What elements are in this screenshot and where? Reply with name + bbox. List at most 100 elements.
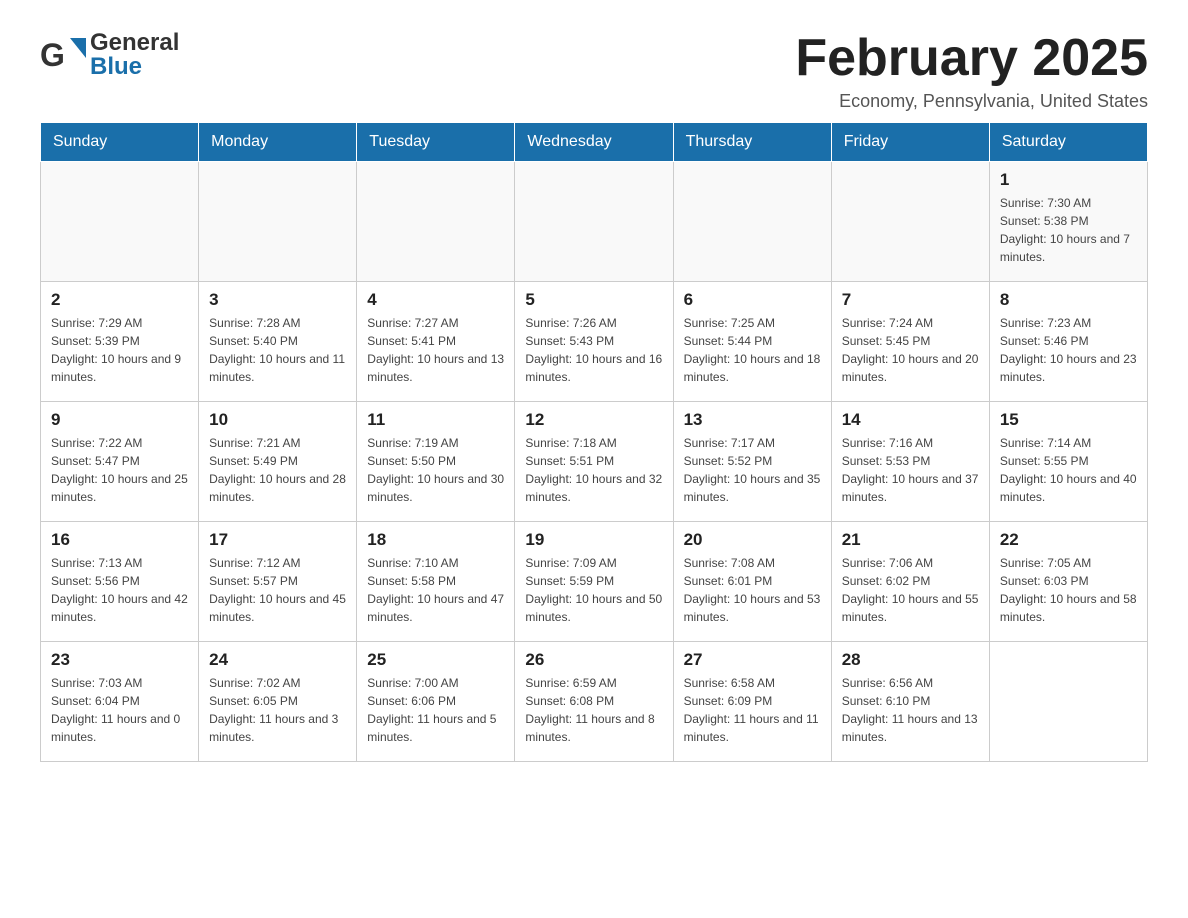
calendar-week-row: 16 Sunrise: 7:13 AMSunset: 5:56 PMDayligh… [41, 522, 1148, 642]
day-number: 21 [842, 530, 979, 550]
day-info: Sunrise: 7:29 AMSunset: 5:39 PMDaylight:… [51, 314, 188, 386]
day-info: Sunrise: 7:25 AMSunset: 5:44 PMDaylight:… [684, 314, 821, 386]
day-number: 15 [1000, 410, 1137, 430]
calendar-cell: 8 Sunrise: 7:23 AMSunset: 5:46 PMDaylight… [989, 282, 1147, 402]
calendar-cell: 18Sunrise: 7:10 AMSunset: 5:58 PMDayligh… [357, 522, 515, 642]
svg-text:G: G [40, 37, 65, 73]
calendar-header-friday: Friday [831, 123, 989, 162]
calendar-week-row: 23 Sunrise: 7:03 AMSunset: 6:04 PMDayligh… [41, 642, 1148, 762]
day-number: 20 [684, 530, 821, 550]
day-info: Sunrise: 7:14 AMSunset: 5:55 PMDaylight:… [1000, 434, 1137, 506]
day-info: Sunrise: 7:17 AMSunset: 5:52 PMDaylight:… [684, 434, 821, 506]
day-number: 12 [525, 410, 662, 430]
calendar-cell: 9 Sunrise: 7:22 AMSunset: 5:47 PMDaylight… [41, 402, 199, 522]
day-number: 8 [1000, 290, 1137, 310]
day-info: Sunrise: 6:59 AMSunset: 6:08 PMDaylight:… [525, 674, 662, 746]
calendar-cell: 16 Sunrise: 7:13 AMSunset: 5:56 PMDayligh… [41, 522, 199, 642]
day-number: 17 [209, 530, 346, 550]
calendar-cell: 19 Sunrise: 7:09 AMSunset: 5:59 PMDayligh… [515, 522, 673, 642]
day-info: Sunrise: 6:56 AMSunset: 6:10 PMDaylight:… [842, 674, 979, 746]
calendar-header-tuesday: Tuesday [357, 123, 515, 162]
day-info: Sunrise: 7:05 AMSunset: 6:03 PMDaylight:… [1000, 554, 1137, 626]
calendar-cell: 27Sunrise: 6:58 AMSunset: 6:09 PMDayligh… [673, 642, 831, 762]
day-number: 22 [1000, 530, 1137, 550]
calendar-cell [831, 162, 989, 282]
calendar-week-row: 9 Sunrise: 7:22 AMSunset: 5:47 PMDaylight… [41, 402, 1148, 522]
day-number: 16 [51, 530, 188, 550]
day-info: Sunrise: 7:28 AMSunset: 5:40 PMDaylight:… [209, 314, 346, 386]
calendar-week-row: 2 Sunrise: 7:29 AMSunset: 5:39 PMDaylight… [41, 282, 1148, 402]
logo-icon: G [40, 30, 90, 80]
day-number: 6 [684, 290, 821, 310]
calendar-cell: 10Sunrise: 7:21 AMSunset: 5:49 PMDayligh… [199, 402, 357, 522]
day-info: Sunrise: 7:23 AMSunset: 5:46 PMDaylight:… [1000, 314, 1137, 386]
calendar-header-saturday: Saturday [989, 123, 1147, 162]
calendar-header-monday: Monday [199, 123, 357, 162]
day-info: Sunrise: 7:13 AMSunset: 5:56 PMDaylight:… [51, 554, 188, 626]
day-number: 14 [842, 410, 979, 430]
day-info: Sunrise: 7:03 AMSunset: 6:04 PMDaylight:… [51, 674, 188, 746]
calendar-cell: 28 Sunrise: 6:56 AMSunset: 6:10 PMDayligh… [831, 642, 989, 762]
calendar-cell [989, 642, 1147, 762]
day-info: Sunrise: 7:26 AMSunset: 5:43 PMDaylight:… [525, 314, 662, 386]
calendar-cell: 21 Sunrise: 7:06 AMSunset: 6:02 PMDayligh… [831, 522, 989, 642]
day-number: 9 [51, 410, 188, 430]
calendar-cell: 3 Sunrise: 7:28 AMSunset: 5:40 PMDaylight… [199, 282, 357, 402]
calendar-cell: 13Sunrise: 7:17 AMSunset: 5:52 PMDayligh… [673, 402, 831, 522]
calendar-cell: 26 Sunrise: 6:59 AMSunset: 6:08 PMDayligh… [515, 642, 673, 762]
calendar-cell: 11Sunrise: 7:19 AMSunset: 5:50 PMDayligh… [357, 402, 515, 522]
calendar-cell: 4 Sunrise: 7:27 AMSunset: 5:41 PMDaylight… [357, 282, 515, 402]
calendar-cell [199, 162, 357, 282]
day-info: Sunrise: 7:27 AMSunset: 5:41 PMDaylight:… [367, 314, 504, 386]
calendar-week-row: 1 Sunrise: 7:30 AMSunset: 5:38 PMDaylight… [41, 162, 1148, 282]
day-number: 23 [51, 650, 188, 670]
calendar-cell: 17Sunrise: 7:12 AMSunset: 5:57 PMDayligh… [199, 522, 357, 642]
calendar-header-sunday: Sunday [41, 123, 199, 162]
day-info: Sunrise: 7:06 AMSunset: 6:02 PMDaylight:… [842, 554, 979, 626]
calendar-header-row: SundayMondayTuesdayWednesdayThursdayFrid… [41, 123, 1148, 162]
day-number: 24 [209, 650, 346, 670]
calendar-cell: 15 Sunrise: 7:14 AMSunset: 5:55 PMDayligh… [989, 402, 1147, 522]
day-number: 3 [209, 290, 346, 310]
day-number: 26 [525, 650, 662, 670]
calendar-cell: 7 Sunrise: 7:24 AMSunset: 5:45 PMDaylight… [831, 282, 989, 402]
day-number: 19 [525, 530, 662, 550]
logo: G General Blue [40, 30, 179, 80]
day-number: 2 [51, 290, 188, 310]
calendar-cell: 24 Sunrise: 7:02 AMSunset: 6:05 PMDayligh… [199, 642, 357, 762]
day-number: 4 [367, 290, 504, 310]
calendar-cell: 23 Sunrise: 7:03 AMSunset: 6:04 PMDayligh… [41, 642, 199, 762]
calendar-cell: 20 Sunrise: 7:08 AMSunset: 6:01 PMDayligh… [673, 522, 831, 642]
calendar-cell: 12 Sunrise: 7:18 AMSunset: 5:51 PMDayligh… [515, 402, 673, 522]
calendar-cell: 25 Sunrise: 7:00 AMSunset: 6:06 PMDayligh… [357, 642, 515, 762]
day-info: Sunrise: 7:22 AMSunset: 5:47 PMDaylight:… [51, 434, 188, 506]
day-info: Sunrise: 7:09 AMSunset: 5:59 PMDaylight:… [525, 554, 662, 626]
calendar-cell [515, 162, 673, 282]
day-number: 18 [367, 530, 504, 550]
day-info: Sunrise: 7:02 AMSunset: 6:05 PMDaylight:… [209, 674, 346, 746]
day-number: 7 [842, 290, 979, 310]
day-number: 1 [1000, 170, 1137, 190]
day-number: 25 [367, 650, 504, 670]
day-info: Sunrise: 7:16 AMSunset: 5:53 PMDaylight:… [842, 434, 979, 506]
logo-text-blue: Blue [90, 53, 142, 80]
day-info: Sunrise: 7:08 AMSunset: 6:01 PMDaylight:… [684, 554, 821, 626]
day-info: Sunrise: 7:30 AMSunset: 5:38 PMDaylight:… [1000, 194, 1137, 266]
calendar-cell: 5 Sunrise: 7:26 AMSunset: 5:43 PMDaylight… [515, 282, 673, 402]
calendar-cell: 2 Sunrise: 7:29 AMSunset: 5:39 PMDaylight… [41, 282, 199, 402]
day-info: Sunrise: 7:18 AMSunset: 5:51 PMDaylight:… [525, 434, 662, 506]
day-info: Sunrise: 7:00 AMSunset: 6:06 PMDaylight:… [367, 674, 504, 746]
day-info: Sunrise: 7:24 AMSunset: 5:45 PMDaylight:… [842, 314, 979, 386]
calendar-cell: 14 Sunrise: 7:16 AMSunset: 5:53 PMDayligh… [831, 402, 989, 522]
calendar-cell: 1 Sunrise: 7:30 AMSunset: 5:38 PMDaylight… [989, 162, 1147, 282]
calendar-cell: 22 Sunrise: 7:05 AMSunset: 6:03 PMDayligh… [989, 522, 1147, 642]
day-number: 10 [209, 410, 346, 430]
month-title: February 2025 [795, 30, 1148, 87]
day-number: 5 [525, 290, 662, 310]
calendar-cell: 6 Sunrise: 7:25 AMSunset: 5:44 PMDaylight… [673, 282, 831, 402]
calendar-cell [41, 162, 199, 282]
calendar-header-wednesday: Wednesday [515, 123, 673, 162]
day-number: 27 [684, 650, 821, 670]
day-number: 28 [842, 650, 979, 670]
calendar-header-thursday: Thursday [673, 123, 831, 162]
